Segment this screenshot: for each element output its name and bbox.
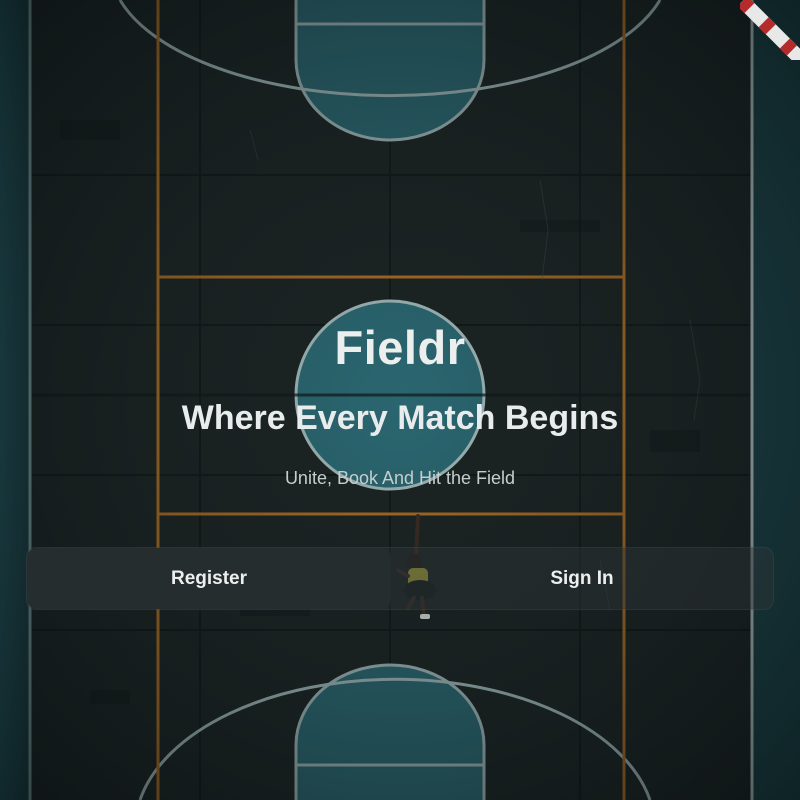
welcome-content: Fieldr Where Every Match Begins Unite, B… <box>0 0 800 800</box>
auth-toggle: Register Sign In <box>26 547 774 610</box>
app-subtitle: Unite, Book And Hit the Field <box>284 468 516 488</box>
register-button[interactable]: Register <box>27 548 391 609</box>
welcome-screen: Fieldr Where Every Match Begins Unite, B… <box>0 0 800 800</box>
sign-in-button[interactable]: Sign In <box>391 548 773 609</box>
register-button-label: Register <box>170 567 248 589</box>
app-title: Fieldr <box>334 321 466 374</box>
app-tagline: Where Every Match Begins <box>181 399 619 437</box>
sign-in-button-label: Sign In <box>550 567 614 589</box>
